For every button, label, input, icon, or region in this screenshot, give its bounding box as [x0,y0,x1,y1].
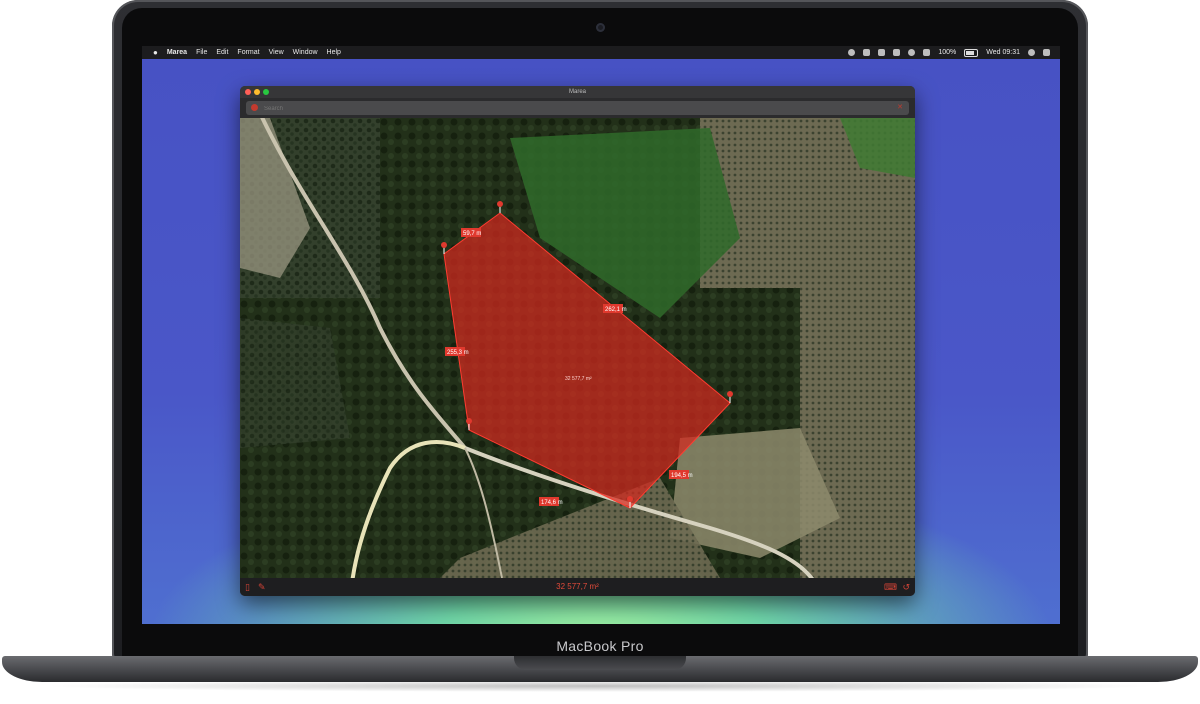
edge-label: 194,5 m [671,473,693,479]
bluetooth-icon[interactable] [893,49,901,56]
camera-icon [596,23,605,32]
ruler-icon[interactable]: ⌨ [884,582,897,592]
volume-icon[interactable] [923,49,931,56]
menu-view[interactable]: View [269,49,284,56]
wifi-icon[interactable] [908,49,916,56]
bottom-toolbar: ▯ ✎ 32 577,7 m² ⌨ ↺ [240,578,915,596]
battery-percent[interactable]: 100% [938,49,956,56]
display-icon[interactable] [878,49,886,56]
close-search-icon[interactable]: ✕ [897,104,903,111]
edge-label: 59,7 m [463,231,481,237]
area-center-label: 32 577,7 m² [565,376,592,382]
search-input[interactable] [262,102,886,115]
minimize-window-button[interactable] [254,89,260,95]
area-readout: 32 577,7 m² [556,582,599,591]
cloud-icon[interactable] [848,49,856,56]
notification-center-icon[interactable] [1043,49,1050,56]
menu-help[interactable]: Help [327,49,341,56]
device-label: MacBook Pro [556,638,644,654]
window-title: Marea [568,89,586,95]
marea-window: Marea ✕ [240,86,915,596]
satellite-map[interactable]: 59,7 m 262,1 m 255,3 m 194,5 m 174,6 m 3… [240,118,915,578]
clock[interactable]: Wed 09:31 [986,49,1020,56]
search-icon[interactable] [1028,49,1035,56]
menu-edit[interactable]: Edit [216,49,228,56]
desktop-screen: ● Marea File Edit Format View Window Hel… [142,46,1060,624]
location-pin-icon [251,104,258,111]
edge-label: 174,6 m [541,500,563,506]
menu-format[interactable]: Format [237,49,259,56]
battery-icon[interactable] [964,48,979,57]
menu-bar: ● Marea File Edit Format View Window Hel… [142,46,1060,59]
zoom-window-button[interactable] [263,89,269,95]
window-titlebar: Marea [240,86,915,98]
menu-app-name[interactable]: Marea [167,49,187,56]
lock-icon[interactable] [863,49,871,56]
laptop-shadow [40,680,1160,692]
menu-file[interactable]: File [196,49,207,56]
edge-label: 255,3 m [447,350,469,356]
close-window-button[interactable] [245,89,251,95]
apple-icon[interactable]: ● [153,48,158,57]
laptop-hinge-notch [514,656,686,670]
search-bar[interactable]: ✕ [246,101,909,115]
menu-window[interactable]: Window [293,49,318,56]
undo-icon[interactable]: ↺ [902,582,910,592]
edge-label: 262,1 m [605,307,627,313]
